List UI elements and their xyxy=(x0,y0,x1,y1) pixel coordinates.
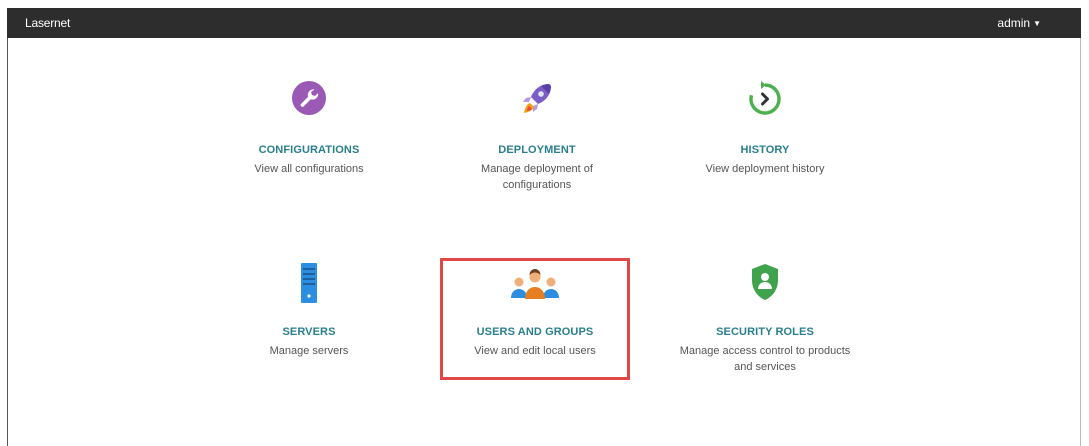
tile-title: SERVERS xyxy=(282,326,336,338)
tile-description: View all configurations xyxy=(254,163,364,175)
tile-title: SECURITY ROLES xyxy=(716,326,814,338)
history-icon xyxy=(749,81,781,115)
brand-logo[interactable]: Lasernet xyxy=(25,16,70,30)
tile-description: View deployment history xyxy=(705,163,825,175)
tile-description: Manage servers xyxy=(269,345,349,357)
tile-description: Manage access control to products and se… xyxy=(679,345,851,373)
user-menu-label: admin xyxy=(997,16,1031,30)
tile-deployment[interactable]: DEPLOYMENT Manage deployment of configur… xyxy=(442,80,632,200)
tile-description: Manage deployment of configurations xyxy=(481,163,593,191)
tile-security-roles[interactable]: SECURITY ROLES Manage access control to … xyxy=(670,262,860,382)
server-icon xyxy=(301,263,317,303)
user-menu[interactable]: admin ▼ xyxy=(997,16,1041,30)
wrench-icon xyxy=(292,81,326,115)
top-navbar: Lasernet admin ▼ xyxy=(7,8,1081,38)
caret-down-icon: ▼ xyxy=(1033,19,1041,28)
window-border-left xyxy=(7,8,8,446)
shield-user-icon xyxy=(752,264,778,300)
tile-servers[interactable]: SERVERS Manage servers xyxy=(214,262,404,372)
tile-history[interactable]: HISTORY View deployment history xyxy=(670,80,860,190)
tile-configurations[interactable]: CONFIGURATIONS View all configurations xyxy=(214,80,404,190)
tile-title: CONFIGURATIONS xyxy=(258,144,360,156)
tile-title: DEPLOYMENT xyxy=(498,144,576,156)
highlight-box xyxy=(440,258,630,380)
tile-title: HISTORY xyxy=(740,144,790,156)
window-border-right xyxy=(1080,8,1081,446)
rocket-icon xyxy=(523,84,551,113)
